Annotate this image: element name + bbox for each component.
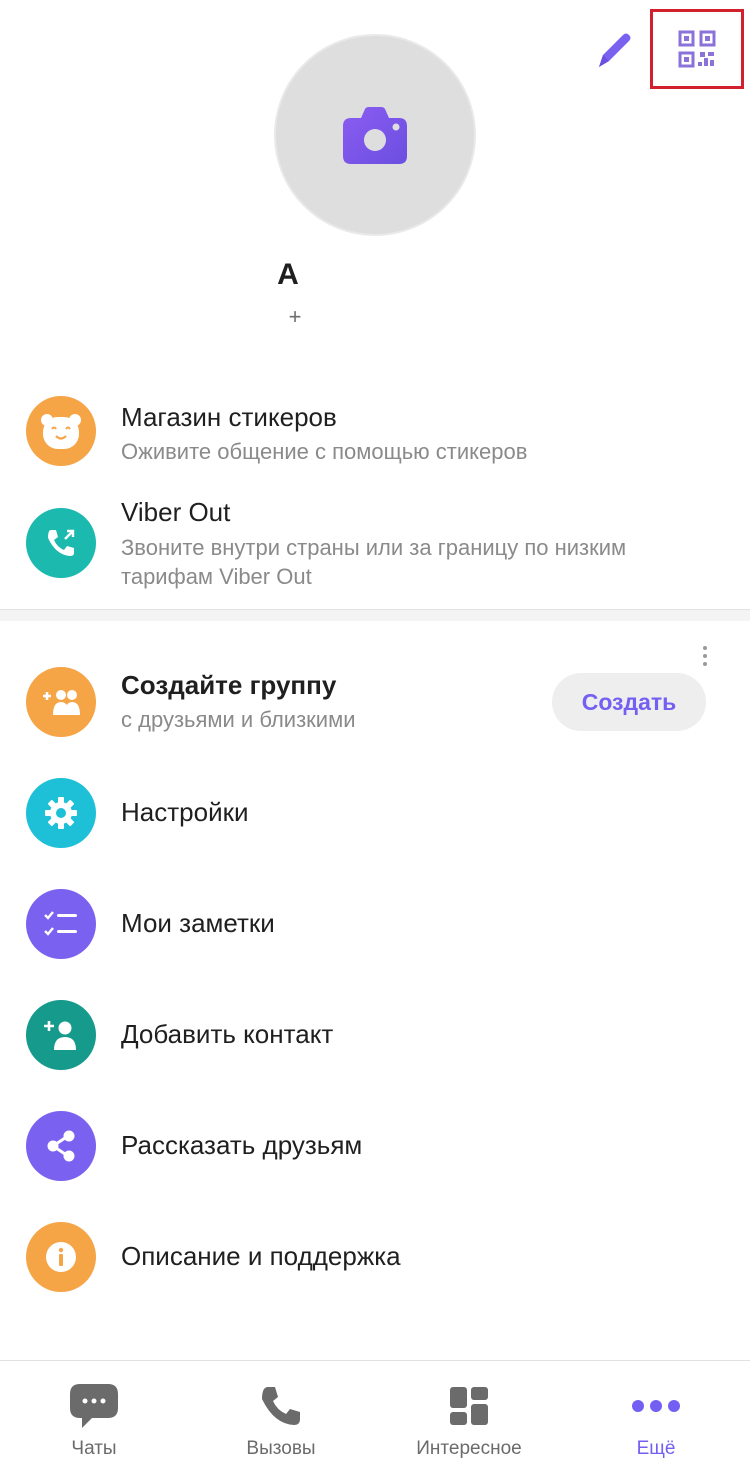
sticker-market-item[interactable]: Магазин стикеров Оживите общение с помощ… bbox=[0, 395, 750, 485]
create-group-title: Создайте группу bbox=[121, 670, 337, 700]
menu-item-add-contact-label: Добавить контакт bbox=[121, 1019, 334, 1049]
viber-out-title: Viber Out bbox=[121, 497, 231, 527]
menu-item-tell-friends-label: Рассказать друзьям bbox=[121, 1130, 363, 1160]
info-icon bbox=[26, 1222, 96, 1292]
profile-name: A bbox=[277, 258, 299, 291]
create-group-subtitle: с друзьями и близкими bbox=[121, 707, 356, 732]
nav-tab-explore[interactable]: Интересное bbox=[375, 1361, 563, 1476]
menu-item-about-support-label: Описание и поддержка bbox=[121, 1241, 401, 1271]
menu-item-settings-label: Настройки bbox=[121, 797, 249, 827]
viber-out-subtitle: Звоните внутри страны или за границу по … bbox=[121, 535, 627, 589]
nav-tab-calls[interactable]: Вызовы bbox=[187, 1361, 375, 1476]
edit-profile-button[interactable] bbox=[588, 26, 638, 76]
menu-item-settings[interactable]: Настройки bbox=[0, 763, 750, 863]
menu-item-about-support[interactable]: Описание и поддержка bbox=[0, 1207, 750, 1307]
nav-tab-more[interactable]: Ещё bbox=[562, 1361, 750, 1476]
profile-phone: + bbox=[288, 304, 302, 329]
add-group-icon bbox=[26, 667, 96, 737]
notes-list-icon bbox=[26, 889, 96, 959]
chat-bubble-icon bbox=[66, 1381, 122, 1431]
menu-item-my-notes[interactable]: Мои заметки bbox=[0, 874, 750, 974]
profile-avatar[interactable] bbox=[274, 34, 476, 236]
viber-out-item[interactable]: Viber Out Звоните внутри страны или за г… bbox=[0, 494, 750, 594]
menu-item-my-notes-label: Мои заметки bbox=[121, 908, 275, 938]
sticker-bear-icon bbox=[26, 396, 96, 466]
qr-code-button[interactable] bbox=[650, 9, 744, 89]
nav-tab-chats[interactable]: Чаты bbox=[0, 1361, 188, 1476]
camera-icon bbox=[343, 107, 407, 164]
sticker-market-subtitle: Оживите общение с помощью стикеров bbox=[121, 439, 528, 464]
add-contact-icon bbox=[26, 1000, 96, 1070]
nav-tab-calls-label: Вызовы bbox=[246, 1438, 316, 1459]
phone-out-icon bbox=[26, 508, 96, 578]
nav-tab-chats-label: Чаты bbox=[71, 1438, 117, 1459]
pencil-icon bbox=[599, 33, 631, 67]
nav-tab-more-label: Ещё bbox=[636, 1438, 676, 1459]
share-icon bbox=[26, 1111, 96, 1181]
more-dots-icon bbox=[628, 1381, 684, 1431]
qr-code-icon bbox=[678, 30, 716, 68]
section-divider bbox=[0, 609, 750, 621]
explore-grid-icon bbox=[441, 1381, 497, 1431]
menu-item-add-contact[interactable]: Добавить контакт bbox=[0, 985, 750, 1085]
gear-icon bbox=[26, 778, 96, 848]
create-group-button[interactable]: Создать bbox=[552, 673, 706, 731]
nav-tab-explore-label: Интересное bbox=[416, 1438, 522, 1459]
phone-icon bbox=[253, 1381, 309, 1431]
bottom-navigation: Чаты Вызовы Интересное Ещё bbox=[0, 1360, 750, 1476]
menu-item-tell-friends[interactable]: Рассказать друзьям bbox=[0, 1096, 750, 1196]
sticker-market-title: Магазин стикеров bbox=[121, 402, 337, 432]
